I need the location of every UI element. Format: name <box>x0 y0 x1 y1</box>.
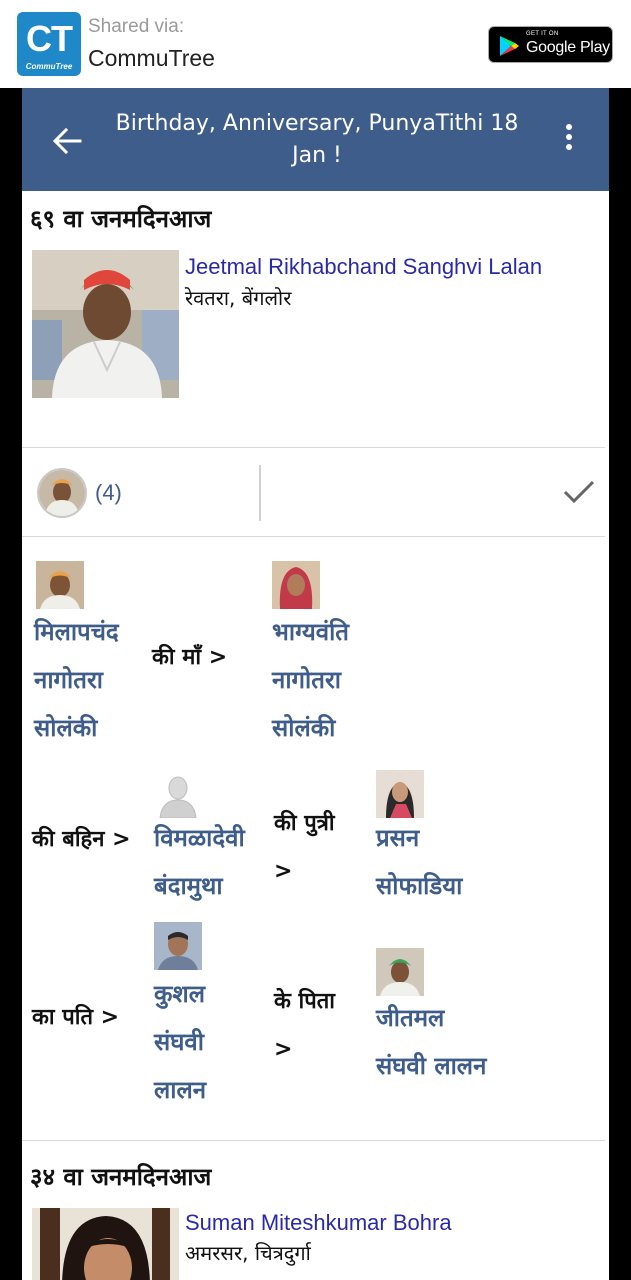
like-count[interactable]: (4) <box>95 480 122 506</box>
liker-avatar[interactable] <box>37 468 87 518</box>
more-vertical-icon[interactable] <box>562 124 576 158</box>
person-place: अमरसर, चित्रदुर्गा <box>185 1241 311 1265</box>
relative-thumb[interactable] <box>154 922 202 970</box>
relation-label: का पति > <box>32 1005 120 1030</box>
person-name-link[interactable]: Jeetmal Rikhabchand Sanghvi Lalan <box>185 254 542 280</box>
person-name-link[interactable]: Suman Miteshkumar Bohra <box>185 1210 452 1236</box>
relative-thumb[interactable] <box>36 561 84 609</box>
relative-name-link[interactable]: विमळादेवी बंदामुथा <box>154 814 245 910</box>
badge-big-text: Google Play <box>526 39 610 56</box>
relation-label: की पुत्री > <box>274 811 335 884</box>
checkmark-icon[interactable] <box>562 478 596 506</box>
google-play-badge[interactable]: GET IT ON Google Play <box>488 26 613 63</box>
divider <box>22 447 605 448</box>
google-play-icon <box>500 36 519 56</box>
relative-name-link[interactable]: जीतमल संघवी लालन <box>376 994 486 1090</box>
entry-heading: ६९ वा जनमदिनआज <box>30 205 212 233</box>
relative-name-link[interactable]: प्रसन सोफाडिया <box>376 814 462 910</box>
relative-thumb[interactable] <box>376 948 424 996</box>
page-title: Birthday, Anniversary, PunyaTithi 18 Jan… <box>115 111 519 168</box>
profile-photo[interactable] <box>32 250 179 398</box>
arrow-left-icon[interactable] <box>50 124 84 158</box>
relative-name-link[interactable]: भाग्यवंति नागोतरा सोलंकी <box>272 608 349 752</box>
vertical-divider <box>259 465 261 521</box>
app-bar: Birthday, Anniversary, PunyaTithi 18 Jan… <box>22 88 609 191</box>
profile-photo[interactable] <box>32 1208 179 1280</box>
person-place: रेवतरा, बेंगलोर <box>185 286 292 310</box>
default-avatar-icon[interactable] <box>154 770 202 818</box>
relative-thumb[interactable] <box>376 770 424 818</box>
relation-label: की माँ > <box>152 645 228 670</box>
share-banner: CT CommuTree Shared via: CommuTree GET I… <box>0 0 631 88</box>
badge-small-text: GET IT ON <box>526 31 559 37</box>
relative-thumb[interactable] <box>272 561 320 609</box>
divider <box>22 1140 605 1141</box>
relation-label: के पिता > <box>274 989 335 1062</box>
shared-via-label: Shared via: <box>88 16 185 37</box>
entry-heading: ३४ वा जनमदिनआज <box>30 1163 212 1191</box>
logo-subtext: CommuTree <box>25 62 73 71</box>
relative-name-link[interactable]: कुशल संघवी लालन <box>154 970 206 1114</box>
relative-name-link[interactable]: मिलापचंद नागोतरा सोलंकी <box>34 608 119 752</box>
app-name-label: CommuTree <box>88 45 215 71</box>
logo-text: CT <box>26 18 73 59</box>
content-area: Birthday, Anniversary, PunyaTithi 18 Jan… <box>22 88 609 1280</box>
divider <box>22 536 605 537</box>
commutree-logo[interactable]: CT CommuTree <box>17 12 81 76</box>
relation-label: की बहिन > <box>32 827 131 852</box>
